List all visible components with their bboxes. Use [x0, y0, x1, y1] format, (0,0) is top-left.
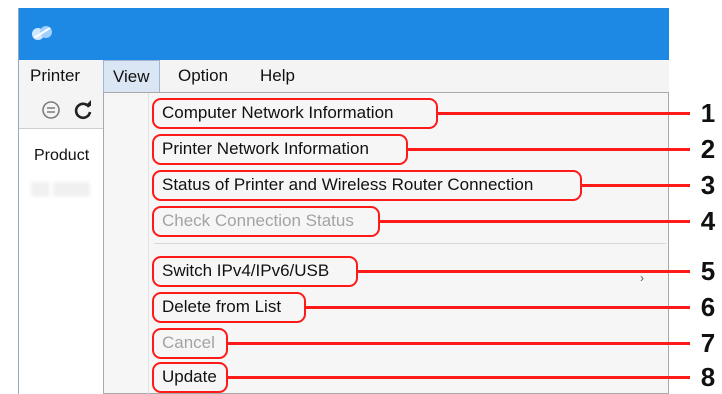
callout-box-2: [152, 134, 408, 165]
callout-leader-5: [358, 270, 690, 273]
product-column-header[interactable]: Product: [34, 147, 89, 165]
blurred-printer-entry[interactable]: ▒▒ ▒▒▒▒: [31, 181, 97, 196]
menu-printer[interactable]: Printer: [21, 60, 89, 92]
callout-box-7: [152, 328, 228, 359]
callout-box-4: [152, 206, 380, 237]
toolbar: [19, 92, 109, 128]
menu-bar: Printer View Option Help: [19, 60, 669, 92]
network-settings-icon[interactable]: [39, 98, 63, 122]
callout-leader-8: [228, 376, 690, 379]
callout-box-1: [152, 98, 438, 129]
refresh-icon[interactable]: [71, 98, 95, 122]
callout-leader-3: [582, 184, 690, 187]
callout-box-5: [152, 256, 358, 287]
callout-leader-4: [380, 220, 690, 223]
callout-number-1: 1: [700, 98, 716, 128]
menu-icon-column-divider: [148, 93, 149, 394]
submenu-arrow-icon: ›: [640, 271, 644, 285]
callout-leader-6: [306, 306, 690, 309]
callout-number-6: 6: [700, 292, 716, 322]
network-tool-app-icon: [32, 26, 52, 40]
app-window: Printer View Option Help Product ▒▒ ▒▒▒▒…: [18, 8, 669, 394]
menu-view[interactable]: View: [103, 60, 160, 92]
callout-number-4: 4: [700, 206, 716, 236]
callout-number-3: 3: [700, 170, 716, 200]
callout-box-3: [152, 170, 582, 201]
callout-box-6: [152, 292, 306, 323]
callout-number-8: 8: [700, 362, 716, 392]
callout-leader-2: [408, 148, 690, 151]
menu-option[interactable]: Option: [169, 60, 237, 92]
printer-list-pane: Product ▒▒ ▒▒▒▒: [19, 128, 109, 394]
callout-leader-7: [228, 342, 690, 345]
callout-number-7: 7: [700, 328, 716, 358]
callout-number-5: 5: [700, 256, 716, 286]
menu-separator: [154, 243, 666, 244]
callout-number-2: 2: [700, 134, 716, 164]
title-bar[interactable]: [19, 8, 669, 60]
callout-box-8: [152, 362, 228, 393]
menu-help[interactable]: Help: [251, 60, 304, 92]
callout-leader-1: [438, 112, 690, 115]
